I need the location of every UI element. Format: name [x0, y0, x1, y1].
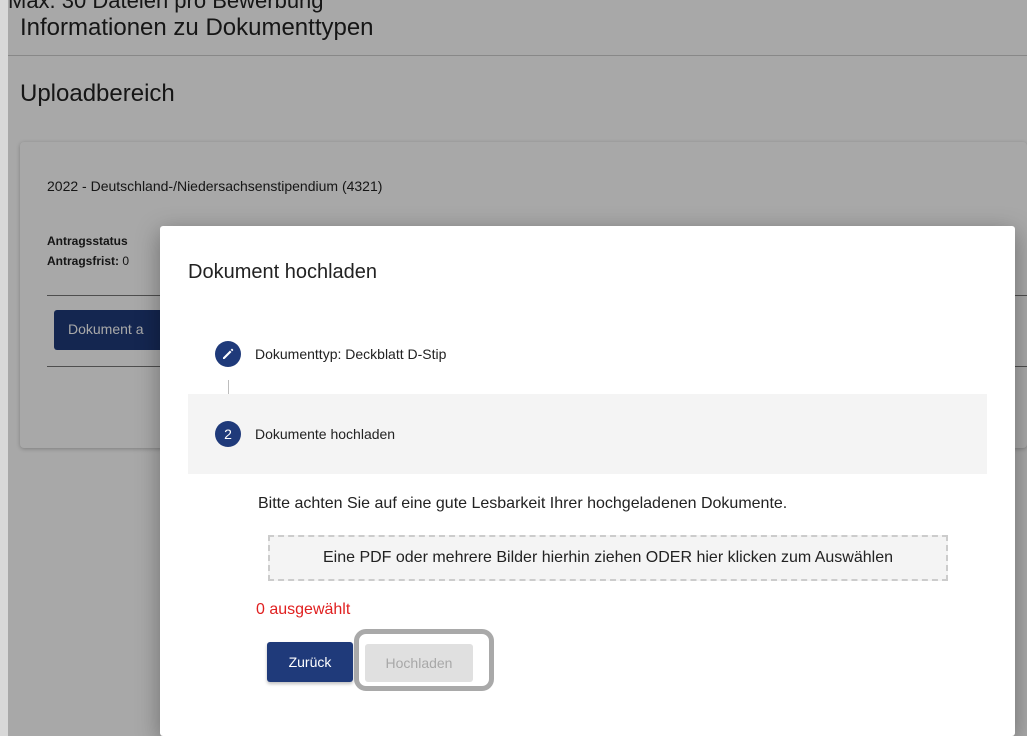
- dropzone-text: Eine PDF oder mehrere Bilder hierhin zie…: [322, 549, 894, 566]
- readability-note: Bitte achten Sie auf eine gute Lesbarkei…: [258, 495, 788, 512]
- upload-dialog: Dokument hochladen Dokumenttyp: Deckblat…: [160, 226, 1015, 736]
- step-upload-documents: 2 Dokumente hochladen: [188, 394, 987, 474]
- dialog-title: Dokument hochladen: [188, 261, 378, 283]
- step-document-type[interactable]: Dokumenttyp: Deckblatt D-Stip: [188, 314, 987, 394]
- pencil-icon: [215, 341, 241, 367]
- step-document-type-label: Dokumenttyp: Deckblatt D-Stip: [255, 346, 447, 362]
- back-button[interactable]: Zurück: [267, 642, 353, 682]
- step-upload-label: Dokumente hochladen: [255, 426, 396, 442]
- backdrop-edge: [0, 0, 8, 736]
- upload-button[interactable]: Hochladen: [365, 644, 473, 682]
- selected-count: 0 ausgewählt: [256, 601, 351, 618]
- step-number-badge: 2: [215, 421, 241, 447]
- file-dropzone[interactable]: Eine PDF oder mehrere Bilder hierhin zie…: [268, 535, 948, 581]
